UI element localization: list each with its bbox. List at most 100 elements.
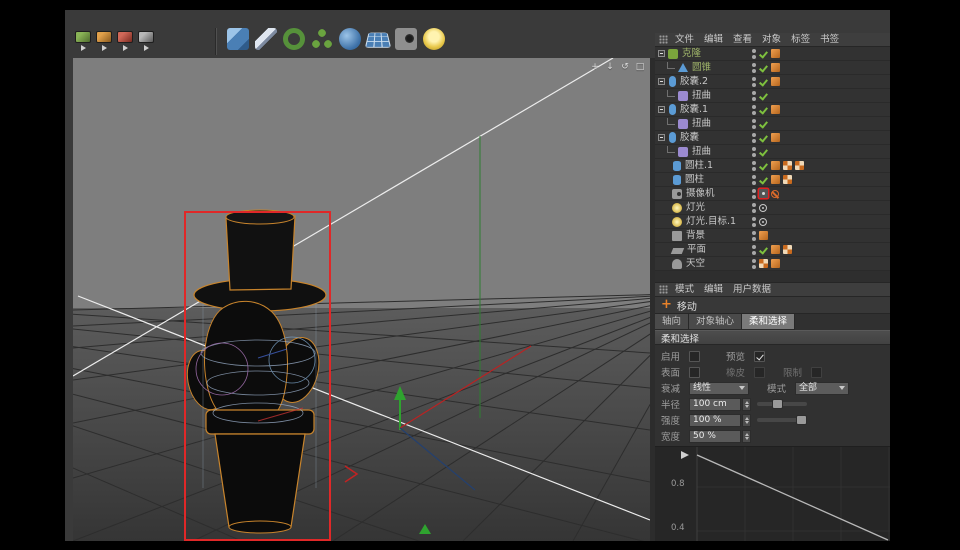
render-view-button[interactable] [75,31,91,51]
object-row-sky[interactable]: 天空 [655,257,890,271]
light-tool-icon[interactable] [423,28,445,50]
object-row-light[interactable]: 灯光 [655,201,890,215]
phong-tag-icon[interactable] [759,231,768,240]
object-row-background[interactable]: 背景 [655,229,890,243]
restrict-checkbox[interactable] [811,366,822,378]
enabled-check-icon[interactable] [759,91,768,101]
visibility-toggles[interactable] [752,76,756,87]
enabled-check-icon[interactable] [759,133,768,143]
mode-dropdown[interactable]: 全部 [795,381,849,395]
menu-user-data[interactable]: 用户数据 [728,283,776,297]
menu-bookmarks[interactable]: 书签 [815,33,844,47]
visibility-toggles[interactable] [752,216,756,227]
compositing-tag-icon[interactable] [771,259,780,268]
collapse-toggle-icon[interactable] [658,78,665,85]
render-queue-button[interactable] [138,31,154,51]
mograph-array-icon[interactable] [311,28,333,50]
menu-tags[interactable]: 标签 [786,33,815,47]
visibility-toggles[interactable] [752,146,756,157]
enabled-check-icon[interactable] [759,175,768,185]
rotate-view-icon[interactable]: ↺ [619,61,631,73]
eraser-checkbox[interactable] [754,366,765,378]
phong-tag-icon[interactable] [771,133,780,142]
phong-tag-icon[interactable] [771,49,780,58]
visibility-toggles[interactable] [752,258,756,269]
strength-stepper[interactable] [742,413,751,427]
menu-objects[interactable]: 对象 [757,33,786,47]
object-row-cloner[interactable]: 克隆 [655,47,890,61]
falloff-curve[interactable] [655,447,890,541]
enabled-check-icon[interactable] [759,161,768,171]
phong-tag-icon[interactable] [771,105,780,114]
tab-object-axis[interactable]: 对象轴心 [689,314,743,330]
object-row-camera[interactable]: 摄像机 [655,187,890,201]
menu-file[interactable]: 文件 [670,33,699,47]
object-row-capsule1[interactable]: 胶囊.1 [655,103,890,117]
texture-tag-icon[interactable] [783,161,792,170]
enabled-check-icon[interactable] [759,245,768,255]
object-row-bend[interactable]: 扭曲 [655,145,890,159]
camera-tool-icon[interactable] [395,28,417,50]
object-row-cylinder[interactable]: 圆柱 [655,173,890,187]
slider-knob[interactable] [772,399,783,409]
edit-render-settings-button[interactable] [117,31,133,51]
menu-view[interactable]: 查看 [728,33,757,47]
object-row-cone[interactable]: 圆锥 [655,61,890,75]
visibility-toggles[interactable] [752,174,756,185]
visibility-toggles[interactable] [752,160,756,171]
dolly-view-icon[interactable]: ↓ [604,61,616,73]
enabled-check-icon[interactable] [759,105,768,115]
render-settings-button[interactable] [96,31,112,51]
visibility-toggles[interactable] [752,244,756,255]
texture-tag-icon[interactable] [759,259,768,268]
metaball-icon[interactable] [339,28,361,50]
menu-edit[interactable]: 编辑 [699,33,728,47]
object-row-capsule[interactable]: 胶囊 [655,131,890,145]
phong-tag-icon[interactable] [771,161,780,170]
panel-grip-icon[interactable] [659,35,668,44]
strength-input[interactable]: 100 % [689,413,741,427]
phong-tag-icon[interactable] [771,77,780,86]
texture-tag-icon[interactable] [795,161,804,170]
menu-mode[interactable]: 模式 [670,283,699,297]
maximize-view-icon[interactable]: □ [634,61,646,73]
width-input[interactable]: 50 % [689,429,741,443]
preview-checkbox[interactable] [754,350,765,362]
target-tag-icon[interactable] [759,203,767,212]
enabled-check-icon[interactable] [759,77,768,87]
strength-slider[interactable] [757,415,807,425]
visibility-toggles[interactable] [752,90,756,101]
subdivision-surface-icon[interactable] [283,28,305,50]
collapse-toggle-icon[interactable] [658,106,665,113]
active-camera-toggle-highlighted[interactable] [759,189,768,198]
falloff-dropdown[interactable]: 线性 [689,381,749,395]
enabled-check-icon[interactable] [759,119,768,129]
visibility-toggles[interactable] [752,188,756,199]
phong-tag-icon[interactable] [771,63,780,72]
surface-checkbox[interactable] [689,366,700,378]
object-row-bend[interactable]: 扭曲 [655,117,890,131]
floor-plane-icon[interactable] [364,32,392,48]
falloff-curve-panel[interactable]: 0.8 0.4 [655,446,890,541]
visibility-toggles[interactable] [752,62,756,73]
target-tag-icon[interactable] [759,217,767,226]
visibility-toggles[interactable] [752,230,756,241]
texture-tag-icon[interactable] [783,175,792,184]
width-stepper[interactable] [742,429,751,443]
soft-selection-section-header[interactable]: 柔和选择 [655,330,890,345]
object-row-capsule2[interactable]: 胶囊.2 [655,75,890,89]
panel-grip-icon[interactable] [659,285,668,294]
cube-primitive-icon[interactable] [227,28,249,50]
enabled-check-icon[interactable] [759,147,768,157]
object-row-plane[interactable]: 平面 [655,243,890,257]
phong-tag-icon[interactable] [771,245,780,254]
visibility-toggles[interactable] [752,132,756,143]
tab-axis[interactable]: 轴向 [655,314,690,330]
object-row-cylinder1[interactable]: 圆柱.1 [655,159,890,173]
collapse-toggle-icon[interactable] [658,134,665,141]
collapse-toggle-icon[interactable] [658,50,665,57]
enabled-check-icon[interactable] [759,49,768,59]
radius-stepper[interactable] [742,397,751,411]
menu-edit[interactable]: 编辑 [699,283,728,297]
radius-input[interactable]: 100 cm [689,397,741,411]
